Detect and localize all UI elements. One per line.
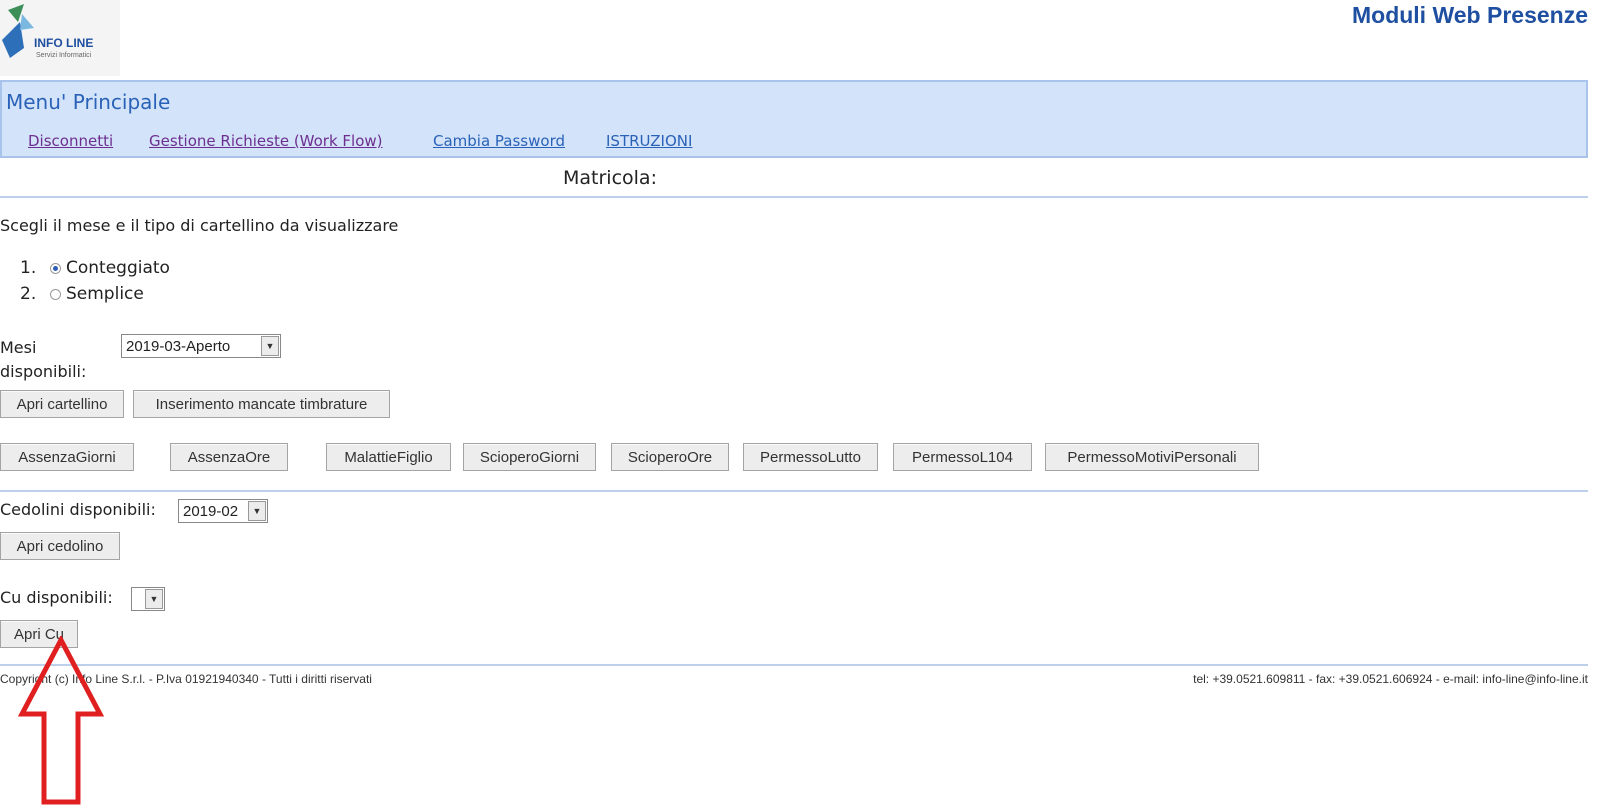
mesi-disponibili-label: Mesi disponibili:	[0, 338, 87, 381]
logo-subtext: Servizi Informatici	[36, 52, 92, 59]
cambia-password-link[interactable]: Cambia Password	[433, 132, 565, 150]
option-label: Conteggiato	[66, 258, 170, 278]
cedolini-selected-value: 2019-02	[183, 502, 239, 520]
inserimento-mancate-timbrature-button[interactable]: Inserimento mancate timbrature	[133, 390, 390, 418]
dropdown-arrow-icon[interactable]: ▼	[145, 589, 163, 609]
permesso-lutto-button[interactable]: PermessoLutto	[743, 443, 878, 471]
cu-disponibili-label: Cu disponibili:	[0, 588, 113, 607]
radio-button-icon[interactable]	[50, 262, 61, 274]
apri-cedolino-button[interactable]: Apri cedolino	[0, 532, 120, 560]
mesi-select[interactable]: 2019-03-Aperto ▼	[121, 334, 281, 358]
disconnetti-link[interactable]: Disconnetti	[28, 132, 113, 150]
mesi-selected-value: 2019-03-Aperto	[126, 337, 231, 355]
istruzioni-link[interactable]: ISTRUZIONI	[606, 132, 692, 150]
divider	[0, 490, 1588, 492]
radio-option-semplice[interactable]: 2. Semplice	[20, 284, 144, 304]
divider	[0, 664, 1588, 666]
cu-select[interactable]: ▼	[131, 587, 165, 611]
permesso-l104-button[interactable]: PermessoL104	[893, 443, 1032, 471]
cedolini-select[interactable]: 2019-02 ▼	[178, 499, 268, 523]
menu-title: Menu' Principale	[6, 90, 171, 114]
malattie-figlio-button[interactable]: MalattieFiglio	[326, 443, 451, 471]
logo-text: INFO LINE	[34, 36, 94, 50]
apri-cartellino-button[interactable]: Apri cartellino	[0, 390, 124, 418]
cedolini-disponibili-label: Cedolini disponibili:	[0, 500, 156, 519]
dropdown-arrow-icon[interactable]: ▼	[261, 336, 279, 356]
matricola-label: Matricola:	[563, 167, 657, 189]
dropdown-arrow-icon[interactable]: ▼	[248, 501, 266, 521]
footer-contacts: tel: +39.0521.609811 - fax: +39.0521.606…	[1193, 672, 1588, 686]
sciopero-ore-button[interactable]: ScioperoOre	[611, 443, 729, 471]
gestione-richieste-link[interactable]: Gestione Richieste (Work Flow)	[149, 132, 383, 150]
radio-button-icon[interactable]	[50, 288, 61, 300]
option-number: 1.	[20, 258, 37, 278]
assenza-ore-button[interactable]: AssenzaOre	[170, 443, 288, 471]
sciopero-giorni-button[interactable]: ScioperoGiorni	[463, 443, 596, 471]
info-line-logo: INFO LINE Servizi Informatici	[0, 0, 120, 76]
red-up-arrow-icon	[18, 636, 104, 805]
assenza-giorni-button[interactable]: AssenzaGiorni	[0, 443, 134, 471]
option-number: 2.	[20, 284, 37, 304]
permesso-motivi-personali-button[interactable]: PermessoMotiviPersonali	[1045, 443, 1259, 471]
radio-option-conteggiato[interactable]: 1. Conteggiato	[20, 258, 170, 278]
option-label: Semplice	[66, 284, 144, 304]
intro-text: Scegli il mese e il tipo di cartellino d…	[0, 216, 399, 235]
divider	[0, 196, 1588, 198]
app-title: Moduli Web Presenze	[1351, 2, 1588, 28]
